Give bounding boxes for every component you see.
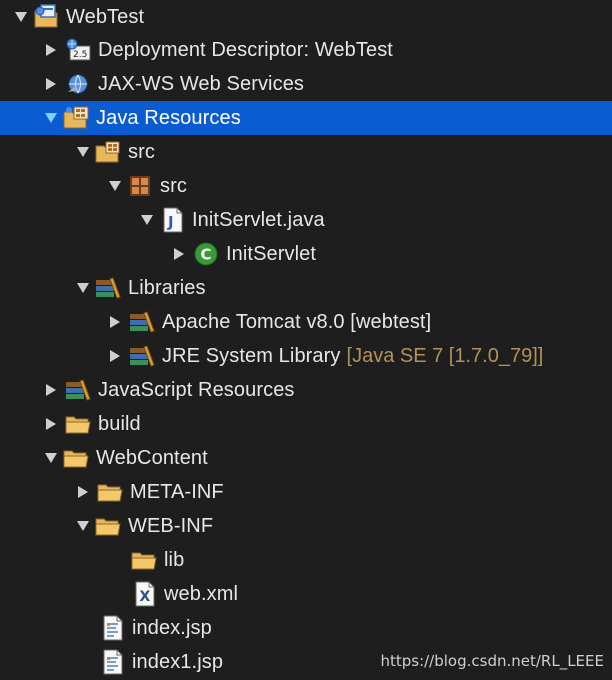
tree-item-jax-ws-web-services[interactable]: JAX-WS Web Services	[0, 67, 612, 101]
collapsed-arrow-icon[interactable]	[106, 313, 124, 331]
collapsed-arrow-icon[interactable]	[42, 381, 60, 399]
library-icon	[94, 274, 122, 302]
tree-item-web-xml[interactable]: X web.xml	[0, 577, 612, 611]
tree-item-initservlet-java[interactable]: J InitServlet.java	[0, 203, 612, 237]
tree-item-label: src	[160, 174, 187, 197]
tree-item-label: META-INF	[130, 480, 224, 503]
tree-item-label: WebTest	[66, 5, 145, 28]
tree-item-src-package[interactable]: src	[0, 169, 612, 203]
class-icon: C	[192, 240, 220, 268]
folder-icon	[64, 410, 92, 438]
tree-item-webcontent[interactable]: WebContent	[0, 441, 612, 475]
xml-file-icon: X	[130, 580, 158, 608]
jsp-file-icon	[98, 648, 126, 676]
tree-item-label: JavaScript Resources	[98, 378, 295, 401]
web-project-icon	[32, 3, 60, 31]
tree-item-jre-system-library[interactable]: JRE System Library [Java SE 7 [1.7.0_79]…	[0, 339, 612, 373]
svg-text:J: J	[167, 213, 174, 231]
tree-item-build[interactable]: build	[0, 407, 612, 441]
tree-item-web-inf[interactable]: WEB-INF	[0, 509, 612, 543]
expanded-arrow-icon[interactable]	[42, 449, 60, 467]
folder-icon	[96, 478, 124, 506]
tree-item-label: InitServlet.java	[192, 208, 325, 231]
collapsed-arrow-icon[interactable]	[106, 347, 124, 365]
watermark-text: https://blog.csdn.net/RL_LEEE	[380, 652, 604, 670]
java-resources-icon	[62, 104, 90, 132]
tree-item-apache-tomcat[interactable]: Apache Tomcat v8.0 [webtest]	[0, 305, 612, 339]
tree-item-java-resources[interactable]: Java Resources	[0, 101, 612, 135]
tree-item-label: lib	[164, 548, 185, 571]
tree-item-meta-inf[interactable]: META-INF	[0, 475, 612, 509]
tree-item-label: index1.jsp	[132, 650, 224, 673]
deployment-descriptor-icon: 2.5	[64, 36, 92, 64]
svg-text:X: X	[140, 589, 151, 605]
tree-item-javascript-resources[interactable]: JavaScript Resources	[0, 373, 612, 407]
tree-item-label: JAX-WS Web Services	[98, 72, 305, 95]
expanded-arrow-icon[interactable]	[12, 8, 30, 26]
tree-item-deployment-descriptor[interactable]: 2.5 Deployment Descriptor: WebTest	[0, 33, 612, 67]
tree-item-webtest[interactable]: WebTest	[0, 0, 612, 34]
library-icon	[64, 376, 92, 404]
tree-item-label: web.xml	[164, 582, 239, 605]
tree-item-index-jsp[interactable]: index.jsp	[0, 611, 612, 645]
tree-item-label: Apache Tomcat v8.0 [webtest]	[162, 310, 432, 333]
tree-item-label: Deployment Descriptor: WebTest	[98, 38, 393, 61]
collapsed-arrow-icon[interactable]	[42, 75, 60, 93]
expanded-arrow-icon[interactable]	[106, 177, 124, 195]
tree-item-libraries[interactable]: Libraries	[0, 271, 612, 305]
svg-text:2.5: 2.5	[73, 50, 87, 60]
expanded-arrow-icon[interactable]	[74, 517, 92, 535]
tree-item-initservlet-class[interactable]: C InitServlet	[0, 237, 612, 271]
svg-text:C: C	[201, 246, 212, 264]
tree-item-label: src	[128, 140, 155, 163]
tree-item-label: Libraries	[128, 276, 206, 299]
tree-item-label: WEB-INF	[128, 514, 214, 537]
tree-item-label: Java Resources	[96, 106, 241, 129]
library-icon	[128, 308, 156, 336]
collapsed-arrow-icon[interactable]	[42, 415, 60, 433]
tree-item-lib[interactable]: lib	[0, 543, 612, 577]
folder-icon	[94, 512, 122, 540]
collapsed-arrow-icon[interactable]	[170, 245, 188, 263]
java-file-icon: J	[158, 206, 186, 234]
project-explorer-tree: WebTest 2.5 Deployment Descriptor: WebTe…	[0, 0, 612, 680]
expanded-arrow-icon[interactable]	[138, 211, 156, 229]
jre-version-decoration: [Java SE 7 [1.7.0_79]]	[346, 344, 544, 367]
tree-item-label: WebContent	[96, 446, 208, 469]
expanded-arrow-icon[interactable]	[74, 279, 92, 297]
tree-item-label: index.jsp	[132, 616, 212, 639]
tree-item-label: build	[98, 412, 141, 435]
folder-icon	[62, 444, 90, 472]
collapsed-arrow-icon[interactable]	[42, 41, 60, 59]
tree-item-src-folder[interactable]: src	[0, 135, 612, 169]
jsp-file-icon	[98, 614, 126, 642]
web-services-icon	[64, 70, 92, 98]
source-folder-icon	[94, 138, 122, 166]
package-icon	[126, 172, 154, 200]
tree-item-label: InitServlet	[226, 242, 317, 265]
folder-icon	[130, 546, 158, 574]
expanded-arrow-icon[interactable]	[42, 109, 60, 127]
tree-item-label: JRE System Library	[162, 344, 341, 367]
collapsed-arrow-icon[interactable]	[74, 483, 92, 501]
library-icon	[128, 342, 156, 370]
expanded-arrow-icon[interactable]	[74, 143, 92, 161]
